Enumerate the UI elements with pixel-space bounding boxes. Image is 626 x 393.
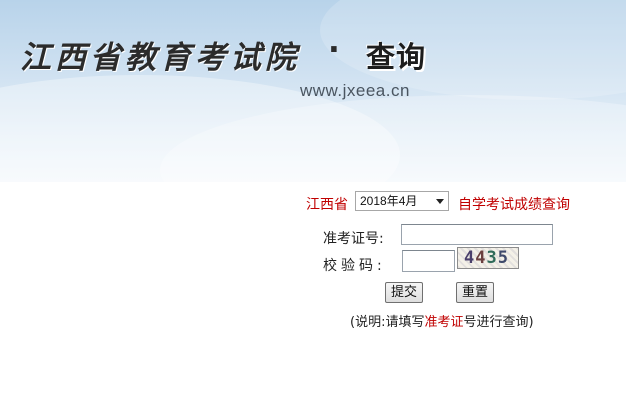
banner-url: www.jxeea.cn	[300, 81, 410, 100]
note-prefix: (说明:请填写	[350, 315, 425, 330]
header-banner: 江西省教育考试院 · 查询 www.jxeea.cn	[0, 0, 626, 182]
banner-separator: ·	[328, 32, 340, 68]
captcha-char: 5	[497, 248, 509, 268]
province-label: 江西省	[306, 197, 348, 213]
exam-id-label: 准考证号:	[323, 231, 384, 247]
chevron-down-icon	[436, 199, 444, 204]
reset-button[interactable]: 重置	[456, 282, 494, 303]
note-suffix: 号进行查询)	[463, 315, 534, 330]
submit-button[interactable]: 提交	[385, 282, 423, 303]
captcha-char: 4	[464, 248, 476, 268]
query-title: 自学考试成绩查询	[458, 197, 570, 213]
banner-query-text: 查询	[366, 40, 427, 74]
banner-title: 江西省教育考试院	[20, 40, 300, 76]
exam-date-select[interactable]: 2018年4月	[355, 191, 449, 211]
captcha-char: 4	[475, 248, 487, 268]
captcha-input[interactable]	[402, 250, 455, 272]
code-label: 校验码:	[323, 258, 386, 274]
instruction-note: (说明:请填写准考证号进行查询)	[350, 311, 534, 330]
captcha-char: 3	[486, 248, 498, 268]
exam-id-input[interactable]	[401, 224, 553, 245]
captcha-text: 4435	[464, 248, 509, 268]
note-highlight: 准考证	[424, 315, 464, 330]
captcha-image[interactable]: 4435	[457, 247, 519, 269]
exam-date-selected: 2018年4月	[360, 194, 418, 208]
